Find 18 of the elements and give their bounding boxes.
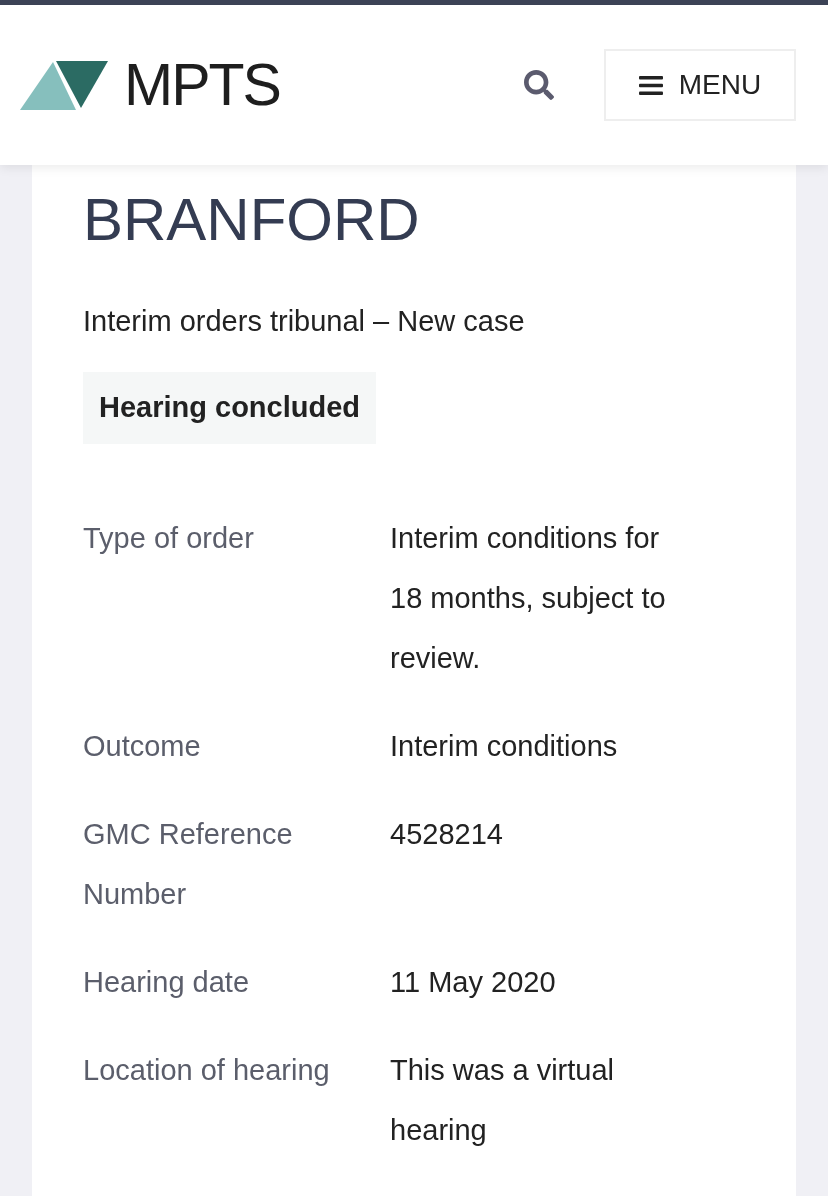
detail-label: Type of order — [83, 521, 255, 556]
triangles-logo-icon — [20, 60, 108, 110]
detail-value: Interim conditions — [390, 729, 619, 764]
status-badge: Hearing concluded — [83, 372, 377, 444]
detail-label: Location of hearing — [83, 1053, 331, 1088]
hamburger-icon — [638, 75, 663, 95]
case-subtitle: Interim orders tribunal – New case — [83, 304, 526, 339]
detail-value: 4528214 — [390, 817, 504, 852]
detail-label: GMC Reference Number — [83, 817, 294, 912]
case-name-heading: BRANFORD — [83, 190, 421, 250]
detail-label: Hearing date — [83, 965, 251, 1000]
detail-value: This was a virtual hearing — [390, 1053, 615, 1148]
detail-value: 11 May 2020 — [390, 965, 557, 1000]
search-icon — [524, 70, 554, 100]
detail-value: Interim conditions for 18 months, subject to review. — [390, 521, 667, 676]
menu-button[interactable]: MENU — [604, 49, 796, 121]
logo-text[interactable]: MPTS — [124, 55, 280, 115]
detail-label: Outcome — [83, 729, 202, 764]
